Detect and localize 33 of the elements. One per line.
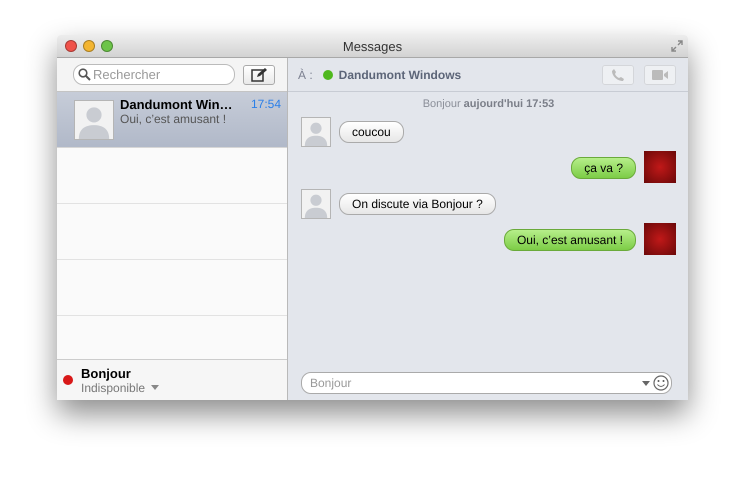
phone-icon — [611, 68, 625, 82]
close-button[interactable] — [65, 40, 77, 52]
message-bubble: coucou — [339, 121, 404, 143]
avatar-silhouette — [301, 189, 331, 219]
avatar-silhouette — [301, 117, 331, 147]
fullscreen-icon[interactable] — [671, 40, 683, 52]
message-bubble: ça va ? — [571, 157, 636, 179]
photo-placeholder — [644, 151, 676, 183]
compose-button[interactable] — [243, 64, 275, 84]
zoom-button[interactable] — [101, 40, 113, 52]
compose-icon — [251, 68, 267, 82]
recipient-name: Dandumont Windows — [338, 68, 462, 82]
caret-icon — [151, 385, 160, 390]
smiley-icon[interactable] — [653, 374, 669, 390]
message-preview: Oui, c’est amusant ! — [120, 112, 228, 126]
account-name: Bonjour — [81, 366, 132, 380]
photo-placeholder — [644, 223, 676, 255]
message-bubble: On discute via Bonjour ? — [339, 193, 496, 215]
search-field[interactable]: Rechercher — [73, 64, 235, 85]
window-title: Messages — [342, 38, 404, 54]
to-label: À : — [298, 68, 313, 82]
video-camera-icon — [651, 68, 669, 80]
status-menu[interactable]: Indisponible — [81, 380, 160, 394]
search-icon — [78, 68, 91, 81]
caret-icon — [642, 380, 650, 386]
avatar-silhouette — [74, 100, 114, 140]
conversation-item[interactable]: Dandumont Win… 17:54 Oui, c’est amusant ! — [57, 92, 287, 148]
message-bubble: Oui, c’est amusant ! — [504, 229, 636, 251]
date-line: Bonjour aujourd'hui 17:53 — [422, 98, 556, 110]
message-time: 17:54 — [250, 97, 281, 112]
message-input[interactable]: Bonjour — [301, 372, 672, 394]
contact-name: Dandumont Win… — [120, 97, 233, 112]
minimize-button[interactable] — [83, 40, 95, 52]
